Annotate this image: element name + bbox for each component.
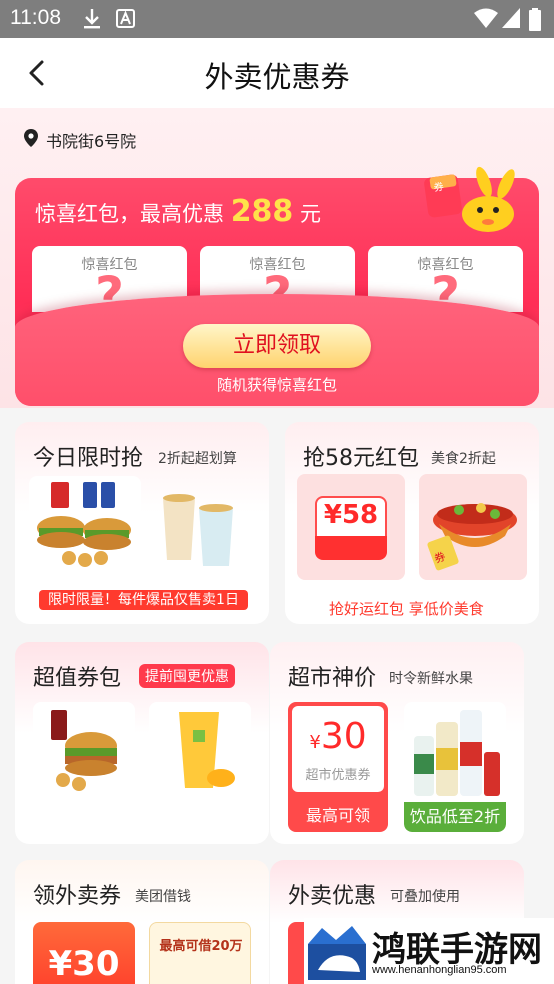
font-app-icon xyxy=(116,9,135,28)
supermarket-coupon-footer: 最高可领 xyxy=(305,806,370,825)
battery-icon xyxy=(529,8,541,31)
drinks-footer: 饮品低至2折 xyxy=(404,802,506,832)
grab-coupon-image: ¥58 xyxy=(297,474,405,580)
value-pack-title: 超值券包 xyxy=(33,666,122,691)
supermarket-coupon-amount: 30 xyxy=(320,716,367,757)
delivery-coupon-amount: ¥30 xyxy=(48,944,120,984)
grab-title: 抢58元红包 xyxy=(303,446,419,471)
flash-sale-tag: 2折起超划算 xyxy=(158,451,237,467)
surprise-headline-prefix: 惊喜红包，最高优惠 xyxy=(35,202,224,226)
claim-button[interactable]: 立即领取 xyxy=(183,324,371,368)
surprise-amount-unit: 元 xyxy=(300,202,321,226)
supermarket-coupon-label: 超市优惠券 xyxy=(305,768,371,783)
location-text: 书院街6号院 xyxy=(46,132,137,151)
delivery-discount-title: 外卖优惠 xyxy=(288,884,377,909)
surprise-subtitle: 随机获得惊喜红包 xyxy=(216,376,337,394)
watermark: 鸿联手游网 www.henanhonglian95.com xyxy=(304,918,554,984)
delivery-coupon-title: 领外卖券 xyxy=(33,884,122,909)
delivery-coupon-tag: 美团借钱 xyxy=(135,889,191,905)
supermarket-card[interactable]: 超市神价 时令新鲜水果 ¥30 超市优惠券 最高可领 饮品低至2折 xyxy=(270,642,524,844)
grab-tag: 美食2折起 xyxy=(431,451,496,467)
page-title: 外卖优惠券 xyxy=(204,60,350,94)
supermarket-coupon-value: ¥30 xyxy=(292,716,384,757)
value-pack-card[interactable]: 超值券包 提前囤更优惠 xyxy=(15,642,269,844)
borrow-text: 最高可借20万 xyxy=(159,939,243,954)
hotpot-image: 券 xyxy=(419,474,527,580)
supermarket-tag: 时令新鲜水果 xyxy=(389,671,473,687)
value-pack-pill: 提前囤更优惠 xyxy=(139,664,235,688)
mango-drink-image xyxy=(149,702,251,798)
grab-red-packet-card[interactable]: 抢58元红包 美食2折起 ¥58 券 抢好运红包 享低价美食 xyxy=(285,422,539,624)
page-header: 外卖优惠券 xyxy=(0,38,554,108)
supermarket-coupon: ¥30 超市优惠券 最高可领 xyxy=(288,702,388,832)
drinks-image xyxy=(149,480,255,568)
grab-coupon-amount: ¥58 xyxy=(323,500,379,530)
burger-meal-image xyxy=(29,476,141,568)
delivery-discount-tag: 可叠加使用 xyxy=(390,889,460,905)
delivery-coupon-card[interactable]: 领外卖券 美团借钱 ¥30 最高可借20万 xyxy=(15,860,269,984)
location-pin-icon xyxy=(24,129,38,147)
download-icon xyxy=(84,9,100,29)
burger-combo-image xyxy=(33,702,135,798)
borrow-image: 最高可借20万 xyxy=(149,922,251,984)
flash-sale-title: 今日限时抢 xyxy=(33,446,144,471)
surprise-max-amount: 288 xyxy=(230,194,294,229)
status-bar: 11:08 xyxy=(0,0,554,38)
grab-footer: 抢好运红包 享低价美食 xyxy=(329,600,484,618)
wifi-icon xyxy=(474,8,498,28)
flash-sale-card[interactable]: 今日限时抢 2折起超划算 限时限量！每件爆品仅售卖1日 xyxy=(15,422,269,624)
watermark-url: www.henanhonglian95.com xyxy=(372,964,507,976)
signal-icon xyxy=(502,8,520,28)
drinks-bottles-image: 饮品低至2折 xyxy=(404,702,506,832)
flash-sale-banner: 限时限量！每件爆品仅售卖1日 xyxy=(39,590,248,610)
supermarket-title: 超市神价 xyxy=(288,666,377,691)
status-time: 11:08 xyxy=(10,6,61,29)
supermarket-coupon-symbol: ¥ xyxy=(309,732,321,753)
surprise-headline: 惊喜红包，最高优惠 288 元 xyxy=(35,194,321,229)
watermark-logo-icon xyxy=(308,926,366,980)
delivery-coupon-image: ¥30 xyxy=(33,922,135,984)
mascot-rabbit-icon: 券 xyxy=(424,166,515,232)
